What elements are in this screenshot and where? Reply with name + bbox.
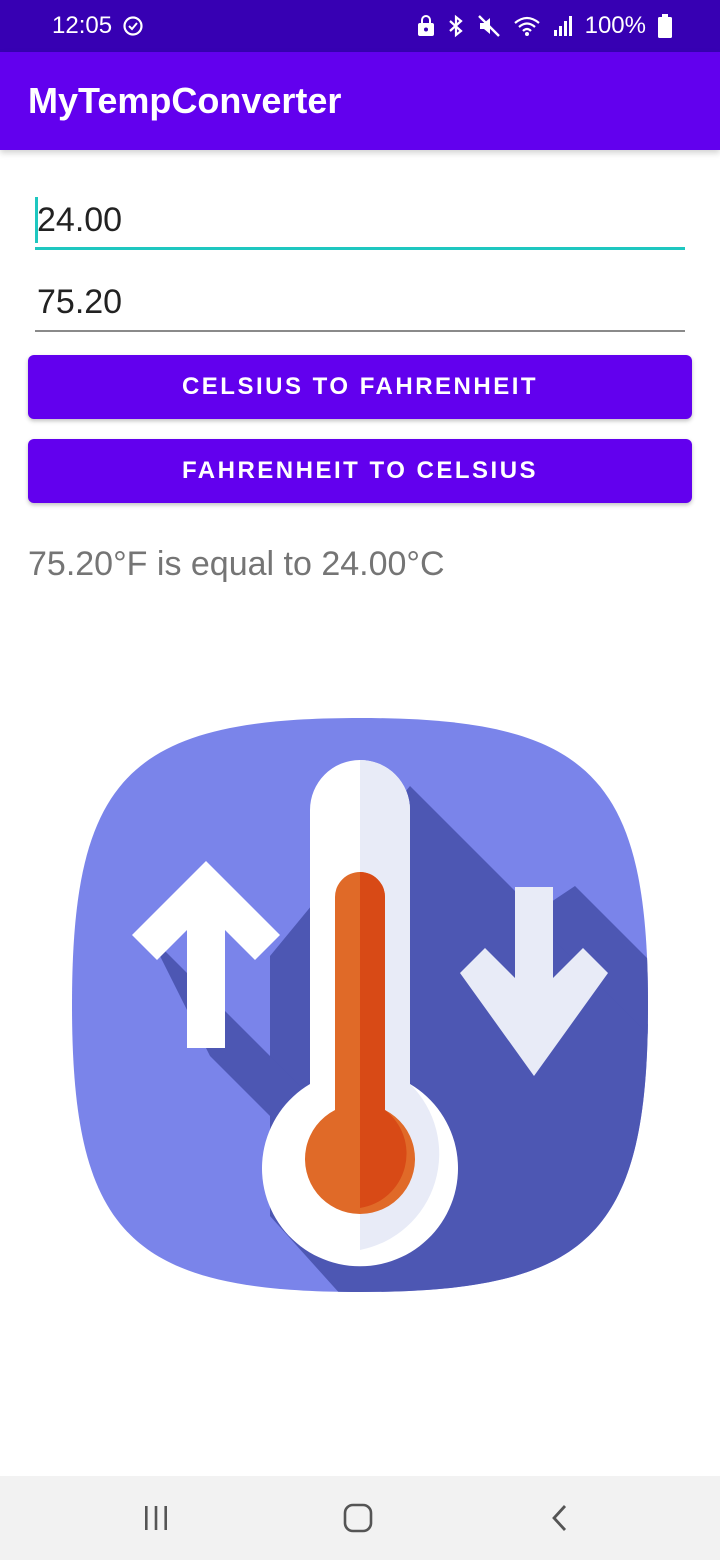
sync-icon	[122, 15, 144, 37]
status-time: 12:05	[52, 12, 113, 39]
home-icon[interactable]	[338, 1498, 378, 1538]
bluetooth-icon	[447, 14, 465, 38]
celsius-input[interactable]: 24.00	[35, 190, 685, 250]
status-left: 12:05	[52, 12, 144, 40]
battery-percent: 100%	[584, 12, 646, 39]
battery-icon	[658, 14, 672, 38]
app-bar: MyTempConverter	[0, 52, 720, 150]
fahrenheit-input-underline	[35, 330, 685, 332]
status-bar: 12:05 100%	[0, 0, 720, 52]
lock-icon	[417, 15, 435, 37]
fahrenheit-input-value: 75.20	[37, 282, 123, 321]
wifi-icon	[513, 15, 541, 37]
mute-icon	[477, 14, 501, 38]
recent-apps-icon[interactable]	[136, 1498, 176, 1538]
text-cursor	[35, 197, 38, 243]
result-text: 75.20°F is equal to 24.00°C	[28, 545, 445, 583]
celsius-to-fahrenheit-button[interactable]: CELSIUS TO FAHRENHEIT	[28, 355, 692, 419]
navigation-bar	[0, 1476, 720, 1560]
status-right: 100%	[417, 12, 672, 40]
app-title: MyTempConverter	[28, 80, 342, 121]
thermometer-converter-icon	[70, 716, 650, 1294]
fahrenheit-to-celsius-button[interactable]: FAHRENHEIT TO CELSIUS	[28, 439, 692, 503]
celsius-to-fahrenheit-label: CELSIUS TO FAHRENHEIT	[181, 373, 539, 400]
back-icon[interactable]	[540, 1498, 580, 1538]
celsius-input-value: 24.00	[37, 200, 123, 239]
fahrenheit-input[interactable]: 75.20	[35, 272, 685, 332]
signal-icon	[553, 16, 573, 36]
fahrenheit-to-celsius-label: FAHRENHEIT TO CELSIUS	[181, 457, 539, 484]
celsius-input-underline	[35, 247, 685, 250]
